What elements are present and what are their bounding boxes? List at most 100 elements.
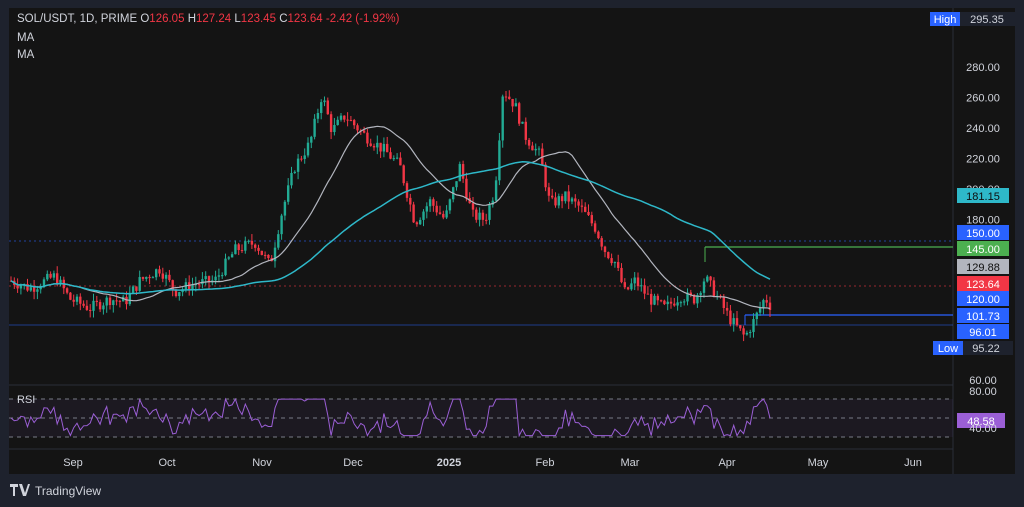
candle-body (316, 112, 320, 119)
level-145-value: 145.00 (966, 244, 1000, 256)
candle-body (356, 125, 359, 131)
candle-body (722, 297, 725, 308)
candle-body (287, 185, 290, 202)
candle-body (65, 288, 69, 293)
candle-body (640, 285, 643, 287)
candle-body (699, 292, 702, 296)
candle-body (663, 300, 666, 305)
candle-body (392, 158, 395, 160)
candle-body (504, 96, 508, 98)
high-label: High (934, 14, 957, 26)
candle-body (138, 277, 141, 291)
candle-body (428, 199, 432, 207)
candle-body (56, 273, 59, 285)
high-value-legend: 127.24 (196, 13, 232, 25)
price-tick: 220.00 (966, 153, 1000, 165)
candle-body (590, 215, 593, 224)
time-tick: Apr (718, 457, 735, 469)
candle-body (16, 285, 19, 289)
candle-body (260, 250, 263, 255)
candle-body (646, 293, 650, 295)
candle-body (739, 325, 742, 329)
candle-body (164, 274, 168, 279)
high-value: 295.35 (970, 14, 1004, 26)
price-chart[interactable]: RSI 160.00180.00200.00220.00240.00260.00… (0, 0, 1024, 507)
level-101-tag: 101.73 (957, 308, 1009, 323)
low-value: 95.22 (972, 343, 1000, 355)
open-label: O (140, 13, 150, 25)
candle-body (131, 286, 135, 294)
candle-body (310, 136, 313, 143)
ma-legend-1[interactable]: MA (17, 32, 34, 44)
candle-body (201, 279, 204, 285)
candle-body (386, 143, 389, 153)
candle-body (303, 155, 306, 160)
candle-body (92, 300, 95, 311)
candle-body (488, 204, 491, 220)
candle-body (749, 332, 752, 334)
candle-body (683, 301, 686, 303)
candle-body (560, 196, 564, 202)
time-tick: Mar (621, 457, 640, 469)
time-tick: Oct (158, 457, 175, 469)
candle-body (118, 300, 122, 302)
candle-body (765, 300, 768, 303)
candle-body (290, 172, 293, 186)
candle-body (518, 103, 521, 124)
candle-body (551, 195, 554, 198)
candle-body (283, 201, 287, 216)
candle-body (178, 292, 181, 297)
time-tick: Jun (904, 457, 922, 469)
candle-body (455, 181, 458, 188)
candle-body (458, 164, 461, 182)
candle-body (293, 171, 296, 173)
candle-body (267, 254, 270, 259)
candle-body (494, 180, 498, 201)
candle-body (442, 213, 445, 218)
candle-body (323, 100, 326, 103)
candle-body (234, 244, 237, 255)
candle-body (349, 120, 353, 122)
footer: TradingView (10, 481, 101, 501)
candle-body (574, 198, 577, 202)
candle-body (409, 197, 412, 205)
candle-body (485, 219, 488, 221)
candle-body (49, 273, 52, 278)
candle-body (531, 145, 534, 151)
time-tick: Dec (343, 457, 363, 469)
candle-body (557, 196, 560, 206)
candle-body (300, 158, 303, 160)
brand-label: TradingView (35, 484, 102, 498)
candle-body (29, 287, 32, 291)
candle-body (633, 277, 636, 284)
candle-body (650, 293, 653, 305)
candle-body (98, 302, 102, 310)
candle-body (102, 305, 105, 310)
candle-body (603, 246, 607, 253)
candle-body (570, 198, 574, 202)
candle-body (254, 244, 257, 248)
open-value: 126.05 (149, 13, 185, 25)
level-145-tag: 145.00 (957, 241, 1009, 256)
candle-body (735, 318, 739, 326)
candle-body (669, 301, 673, 304)
candle-body (475, 209, 478, 220)
candle-body (584, 206, 587, 212)
candle-body (237, 244, 240, 251)
candle-body (610, 258, 613, 264)
candle-body (752, 319, 755, 333)
candle-body (597, 231, 600, 239)
candle-body (75, 296, 79, 302)
close-label-legend: C (279, 13, 288, 25)
candle-body (415, 222, 419, 225)
candle-body (46, 273, 49, 280)
candle-body (161, 273, 164, 279)
candle-body (673, 303, 676, 306)
level-101-value: 101.73 (966, 311, 1000, 323)
candle-body (478, 212, 481, 220)
time-tick: May (808, 457, 829, 469)
candle-body (445, 210, 448, 218)
high-label-legend: H (187, 13, 196, 25)
candle-body (514, 103, 518, 107)
ma-legend-2[interactable]: MA (17, 49, 34, 61)
